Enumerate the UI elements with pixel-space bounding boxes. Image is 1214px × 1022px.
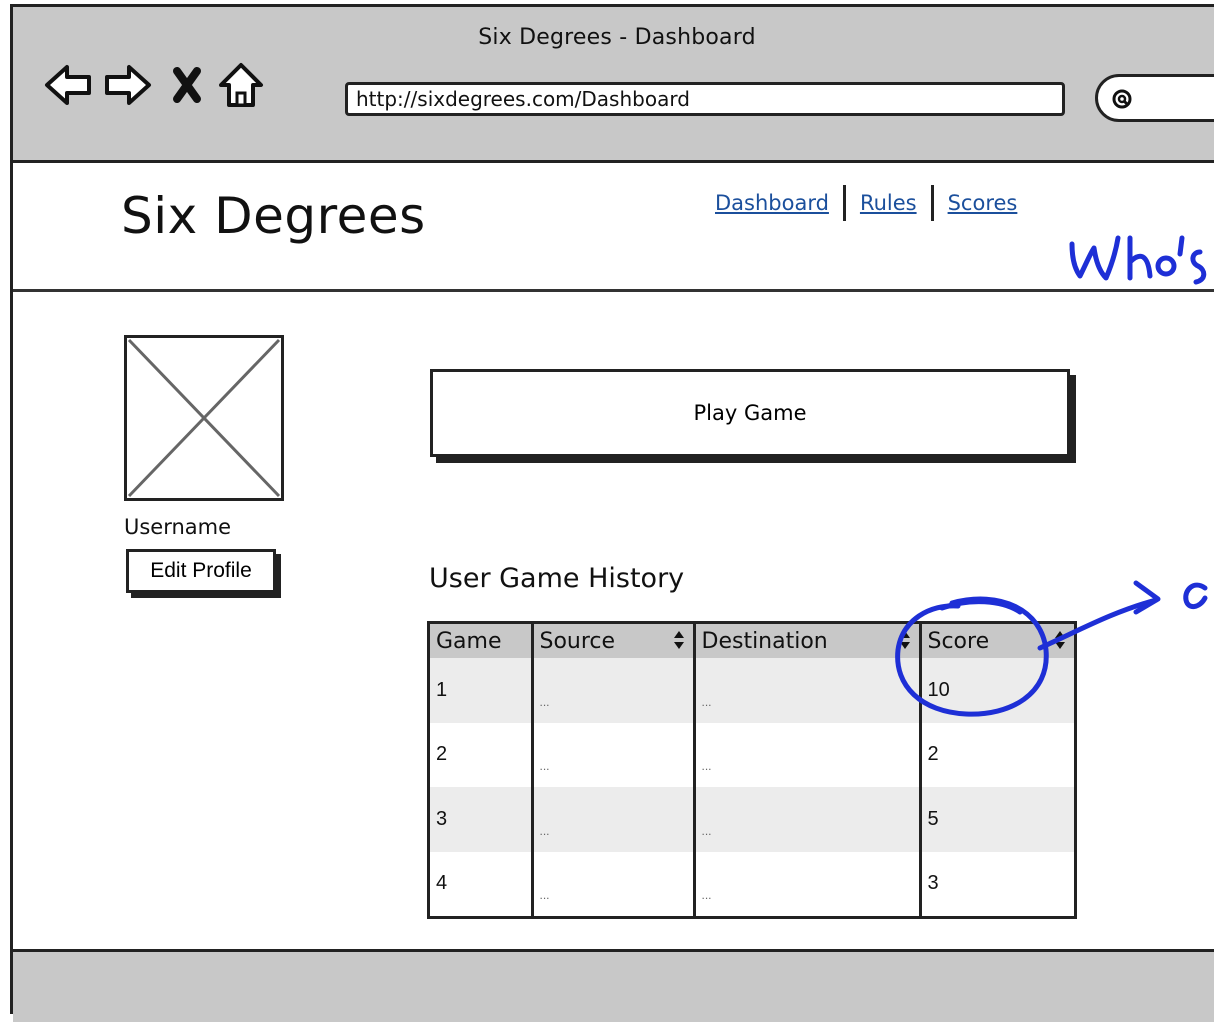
nav-link-scores[interactable]: Scores (948, 191, 1018, 215)
browser-window: Six Degrees - Dashboard http://sixdegree… (10, 4, 1214, 1022)
nav-link-rules[interactable]: Rules (860, 191, 917, 215)
cell-destination: ... (692, 722, 920, 787)
cell-game: 4 (436, 872, 448, 895)
column-header-source[interactable]: Source (530, 624, 694, 658)
sort-icon[interactable] (673, 630, 685, 650)
window-title: Six Degrees - Dashboard (478, 25, 756, 50)
avatar-placeholder (124, 335, 284, 501)
forward-arrow-icon[interactable] (101, 59, 153, 111)
table-row[interactable]: 2 ... ... 2 (430, 722, 1074, 787)
image-placeholder-icon (127, 338, 281, 498)
column-header-game[interactable]: Game (430, 624, 532, 658)
nav-divider (842, 185, 846, 221)
site-logo-text: Six Degrees (121, 187, 426, 245)
sort-icon[interactable] (899, 630, 911, 650)
cell-destination: ... (692, 787, 920, 852)
nav-divider (930, 185, 934, 221)
nav-link-dashboard[interactable]: Dashboard (715, 191, 829, 215)
top-nav: Dashboard Rules Scores (715, 185, 1017, 221)
url-bar[interactable]: http://sixdegrees.com/Dashboard (345, 82, 1065, 116)
search-icon (1112, 89, 1132, 109)
cell-source: ... (530, 787, 694, 852)
game-history-table: Game Source Destination Score 1 ... ... … (427, 621, 1077, 919)
table-row[interactable]: 4 ... ... 3 (430, 851, 1074, 916)
stop-icon[interactable] (161, 59, 213, 111)
edit-profile-button[interactable]: Edit Profile (126, 549, 276, 593)
play-game-button[interactable]: Play Game (430, 369, 1070, 457)
home-icon[interactable] (215, 59, 267, 111)
history-heading: User Game History (429, 563, 685, 594)
cell-game: 3 (430, 787, 532, 852)
table-row[interactable]: 1 ... ... 10 (430, 658, 1074, 723)
sort-icon[interactable] (1054, 630, 1066, 650)
cell-score: 5 (918, 787, 1074, 852)
cell-source: ... (530, 851, 694, 916)
cell-source: ... (530, 722, 694, 787)
column-header-destination[interactable]: Destination (692, 624, 920, 658)
back-arrow-icon[interactable] (43, 59, 95, 111)
browser-chrome: Six Degrees - Dashboard http://sixdegree… (13, 7, 1214, 163)
cell-game: 2 (436, 743, 448, 766)
table-row[interactable]: 3 ... ... 5 (430, 787, 1074, 852)
cell-score: 10 (918, 658, 1074, 723)
site-header: Six Degrees Dashboard Rules Scores (13, 163, 1214, 292)
cell-game: 1 (430, 658, 532, 723)
column-header-score[interactable]: Score (918, 624, 1074, 658)
cell-score: 2 (918, 722, 1074, 787)
cell-destination: ... (692, 851, 920, 916)
cell-source: ... (530, 658, 694, 723)
browser-status-bar (13, 949, 1214, 1022)
browser-search-field[interactable] (1095, 74, 1214, 122)
cell-destination: ... (692, 658, 920, 723)
username-label: Username (124, 515, 232, 539)
cell-score: 3 (918, 851, 1074, 916)
